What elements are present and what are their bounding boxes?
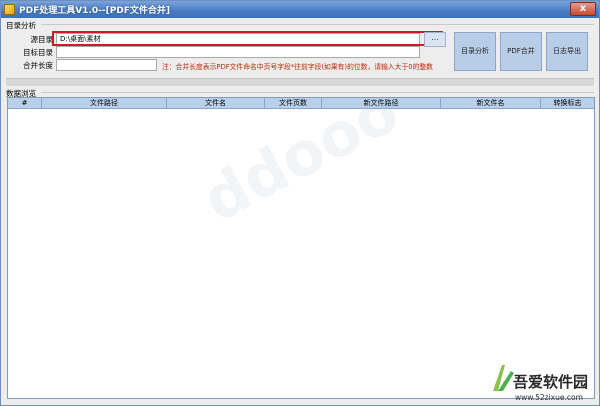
col-page-count[interactable]: 文件页数 — [265, 98, 322, 109]
col-convert-flag[interactable]: 转换标志 — [541, 98, 594, 109]
export-log-button[interactable]: 日志导出 — [546, 32, 588, 71]
brand-mark-icon — [493, 365, 514, 391]
app-window: PDF处理工具V1.0--[PDF文件合并] x 目录分析 源目录 D:\桌面\… — [0, 0, 600, 406]
col-new-file-name[interactable]: 新文件名 — [441, 98, 541, 109]
source-dir-label: 源目录 — [30, 35, 54, 44]
window-title: PDF处理工具V1.0--[PDF文件合并] — [19, 6, 171, 16]
col-new-file-path[interactable]: 新文件路径 — [322, 98, 441, 109]
analyze-button[interactable]: 目录分析 — [454, 32, 496, 71]
merge-length-note: 注：合并长度表示PDF文件命名中页号字段*往前字段(如果有)的位数，请输入大于0… — [162, 63, 433, 71]
close-button[interactable]: x — [570, 2, 596, 16]
splitter[interactable] — [6, 78, 594, 86]
merge-length-label: 合并长度 — [23, 61, 53, 70]
source-dir-highlight — [52, 31, 443, 46]
app-icon — [4, 4, 15, 15]
target-dir-input[interactable] — [56, 46, 420, 58]
col-file-name[interactable]: 文件名 — [167, 98, 265, 109]
col-index[interactable]: # — [8, 98, 42, 109]
brand-name: 吾爱软件园 — [513, 373, 589, 391]
target-dir-label: 目标目录 — [23, 48, 53, 57]
browse-button[interactable]: ... — [424, 32, 446, 47]
dir-group-label: 目录分析 — [6, 21, 36, 30]
grid-header: # 文件路径 文件名 文件页数 新文件路径 新文件名 转换标志 — [8, 98, 594, 109]
dir-group-line — [41, 24, 594, 25]
brand-logo: 吾爱软件园 www.52zixue.com — [489, 357, 599, 405]
brand-url: www.52zixue.com — [515, 393, 583, 402]
data-grid[interactable]: # 文件路径 文件名 文件页数 新文件路径 新文件名 转换标志 — [7, 97, 595, 399]
grid-group-line — [41, 92, 594, 93]
merge-length-input[interactable] — [56, 59, 157, 71]
title-bar[interactable]: PDF处理工具V1.0--[PDF文件合并] x — [1, 1, 599, 18]
col-file-path[interactable]: 文件路径 — [42, 98, 167, 109]
merge-button[interactable]: PDF合并 — [500, 32, 542, 71]
